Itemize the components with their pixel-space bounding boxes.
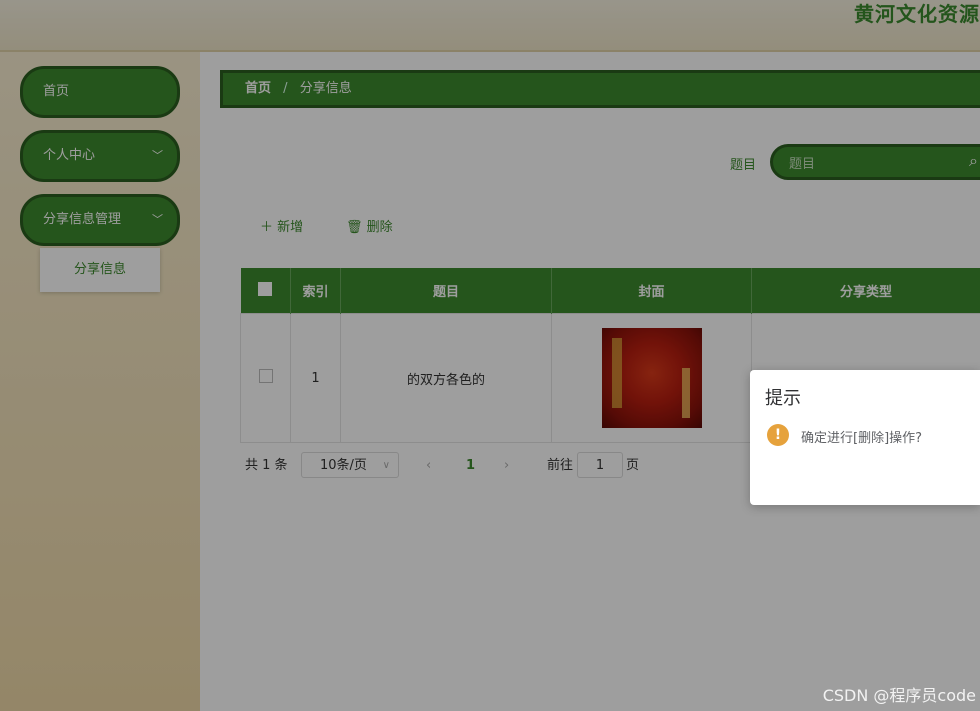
warning-icon: ! (767, 424, 789, 446)
modal-overlay[interactable] (0, 0, 980, 711)
dialog-title: 提示 (765, 388, 801, 409)
confirm-dialog: 提示 ! 确定进行[删除]操作? (750, 370, 980, 505)
dialog-message: 确定进行[删除]操作? (801, 431, 923, 446)
watermark: CSDN @程序员code (822, 686, 976, 705)
